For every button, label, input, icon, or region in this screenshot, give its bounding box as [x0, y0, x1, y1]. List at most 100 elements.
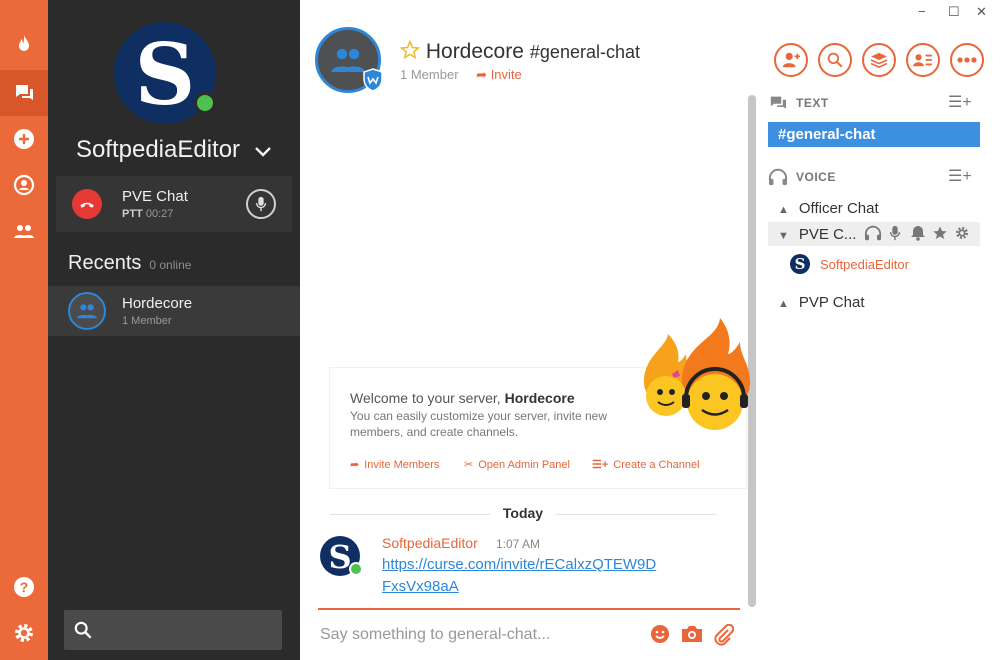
welcome-body: You can easily customize your server, in…	[350, 409, 608, 439]
more-icon	[957, 57, 977, 63]
invite-members-button[interactable]: ➦ Invite Members	[350, 458, 439, 472]
channel-item-general-chat[interactable]: #general-chat	[768, 122, 980, 147]
phone-hangup-icon	[80, 202, 94, 208]
layers-button[interactable]	[862, 43, 896, 77]
help-icon: ?	[14, 577, 34, 597]
groups-button[interactable]	[0, 208, 48, 254]
more-button[interactable]	[950, 43, 984, 77]
welcome-server: Hordecore	[504, 390, 575, 406]
left-rail: ?	[0, 0, 48, 660]
shield-icon	[362, 68, 384, 97]
svg-text:?: ?	[20, 579, 29, 595]
caret-up-icon: ▲	[778, 204, 789, 216]
tools-icon: ✂	[464, 459, 474, 471]
username: SoftpediaEditor	[75, 136, 241, 163]
curse-flame-button[interactable]	[0, 22, 48, 68]
day-label: Today	[502, 505, 544, 521]
chat-icon	[770, 96, 786, 109]
text-label: TEXT	[796, 96, 829, 110]
sidebar-search[interactable]	[64, 610, 282, 650]
welcome-prefix: Welcome to your server,	[350, 390, 505, 406]
attachment-icon[interactable]	[712, 623, 735, 651]
recents-header: Recents 0 online	[68, 252, 191, 275]
recent-item-subtitle: 1 Member	[122, 315, 172, 327]
create-channel-button[interactable]: ☰+ Create a Channel	[592, 458, 700, 472]
chat-icon	[15, 85, 33, 100]
user-mini-avatar: S	[790, 254, 810, 274]
username-menu[interactable]: SoftpediaEditor	[48, 136, 300, 165]
add-text-channel-icon[interactable]: ☰+	[948, 92, 972, 112]
star-icon[interactable]	[932, 225, 948, 246]
message-link[interactable]: https://curse.com/invite/rECalxzQTEW9DFx…	[382, 554, 662, 598]
help-button[interactable]: ?	[0, 564, 48, 610]
search-icon	[827, 52, 843, 68]
microphone-icon[interactable]	[888, 225, 902, 246]
mic-button[interactable]	[246, 189, 276, 219]
hangup-button[interactable]	[72, 189, 102, 219]
recent-item[interactable]: Hordecore 1 Member	[48, 286, 300, 336]
add-server-button[interactable]	[0, 116, 48, 162]
flame-mascots-illustration	[644, 318, 750, 430]
invite-label: Invite	[490, 67, 522, 82]
separator-line-right	[556, 514, 716, 515]
list-add-icon: ☰+	[592, 459, 609, 471]
flame-icon	[19, 35, 29, 51]
emoji-icon[interactable]	[650, 624, 670, 649]
input-divider	[318, 608, 740, 610]
friends-sync-icon	[13, 174, 35, 196]
settings-button[interactable]	[0, 610, 48, 656]
avatar-letter-logo: S	[134, 25, 196, 124]
group-icon	[77, 304, 97, 319]
share-arrow-icon: ➦	[350, 459, 360, 471]
voice-status: PTT 00:27	[122, 208, 173, 220]
member-list-button[interactable]	[906, 43, 940, 77]
open-admin-panel-button[interactable]: ✂ Open Admin Panel	[464, 458, 570, 472]
message-time: 1:07 AM	[496, 537, 541, 551]
add-voice-channel-icon[interactable]: ☰+	[948, 166, 972, 186]
create-channel-label: Create a Channel	[613, 458, 700, 471]
voice-timer: 00:27	[145, 208, 174, 220]
server-avatar	[68, 292, 106, 330]
voice-label: VOICE	[796, 170, 836, 184]
voice-channel-pvp-chat[interactable]: ▲ PVP Chat	[778, 294, 865, 311]
message-input[interactable]: Say something to general-chat...	[320, 626, 550, 644]
search-button[interactable]	[818, 43, 852, 77]
headphones-icon	[768, 168, 788, 186]
caret-up-icon: ▲	[778, 298, 789, 310]
add-user-button[interactable]	[774, 43, 808, 77]
member-count: 1 Member	[400, 67, 459, 82]
headphones-icon[interactable]	[864, 225, 882, 246]
minimize-button[interactable]: −	[918, 4, 926, 19]
add-user-icon	[782, 52, 800, 68]
bell-icon[interactable]	[910, 225, 926, 246]
voice-channel-name: PVE Chat	[122, 188, 188, 205]
server-subtitle: 1 Member ➦ Invite	[400, 67, 522, 83]
chat-nav-button[interactable]	[0, 70, 48, 116]
message-author[interactable]: SoftpediaEditor	[382, 535, 478, 551]
invite-link[interactable]: ➦ Invite	[476, 67, 522, 82]
voice-channel-label: Officer Chat	[798, 200, 879, 217]
voice-channels-header: VOICE	[768, 168, 836, 186]
voice-channel-label: PVE C...	[798, 226, 857, 243]
chevron-down-icon: ▼	[778, 230, 789, 242]
day-separator: Today	[330, 505, 716, 525]
close-button[interactable]: ✕	[976, 4, 987, 20]
main-panel: − ☐ ✕ Hordecore #general-chat 1 Member ➦ …	[300, 0, 1000, 660]
maximize-button[interactable]: ☐	[948, 4, 960, 20]
gear-icon[interactable]	[954, 225, 970, 246]
voice-channel-user[interactable]: S SoftpediaEditor	[790, 254, 909, 274]
friends-sync-button[interactable]	[0, 162, 48, 208]
group-icon	[14, 225, 34, 238]
admin-panel-label: Open Admin Panel	[478, 458, 570, 471]
online-status-dot	[349, 562, 363, 576]
voice-connection-card: PVE Chat PTT 00:27	[56, 176, 292, 232]
microphone-icon	[255, 196, 267, 212]
server-title: Hordecore #general-chat	[399, 39, 640, 64]
camera-icon[interactable]	[680, 624, 704, 649]
voice-user-name: SoftpediaEditor	[820, 256, 909, 272]
share-arrow-icon: ➦	[476, 67, 488, 82]
recents-online-count: 0 online	[149, 258, 192, 272]
voice-channel-officer-chat[interactable]: ▲ Officer Chat	[778, 200, 879, 217]
favorite-star-icon[interactable]	[399, 39, 421, 63]
voice-channel-pve-chat[interactable]: ▼ PVE C...	[778, 226, 856, 243]
